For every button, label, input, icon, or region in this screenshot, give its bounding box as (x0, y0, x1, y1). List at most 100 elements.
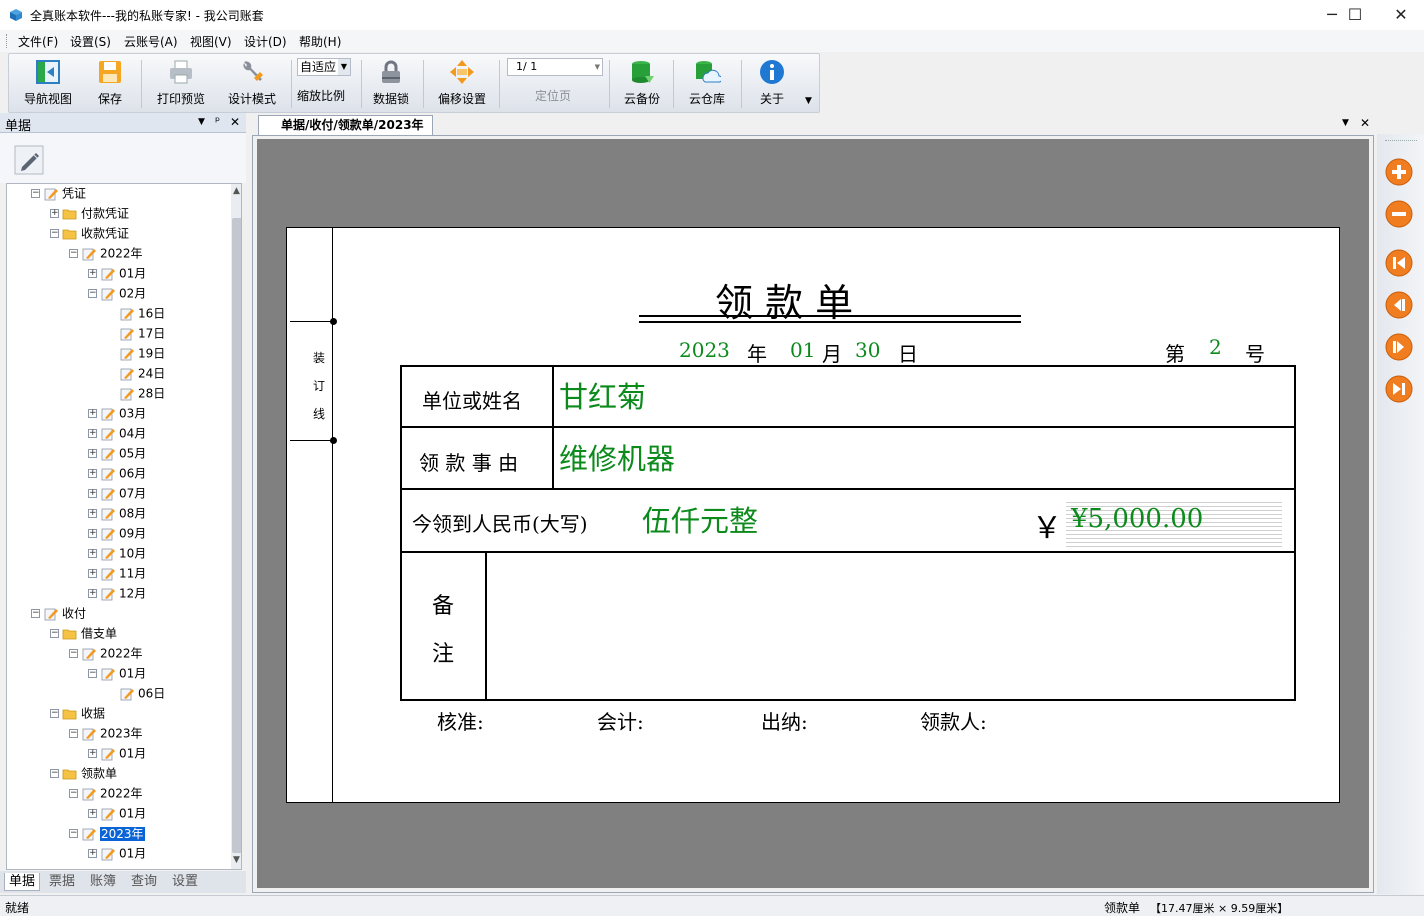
collapse-icon[interactable]: − (50, 769, 59, 778)
close-window-button[interactable]: ✕ (1378, 0, 1424, 30)
collapse-icon[interactable]: − (88, 669, 97, 678)
expand-icon[interactable]: + (88, 269, 97, 278)
expand-icon[interactable]: + (50, 209, 59, 218)
tree-node[interactable]: +03月 (88, 403, 146, 423)
expand-icon[interactable]: + (88, 549, 97, 558)
tab-query[interactable]: 查询 (127, 873, 161, 891)
tab-ledgers[interactable]: 账簿 (86, 873, 120, 891)
tree-node[interactable]: 19日 (107, 343, 165, 363)
tree-node[interactable]: +04月 (88, 423, 146, 443)
menu-help[interactable]: 帮助(H) (299, 33, 341, 50)
tab-menu-icon[interactable]: ▼ (1342, 118, 1349, 128)
tree-node[interactable]: − 02月 (88, 283, 146, 303)
tab-settings[interactable]: 设置 (168, 873, 202, 891)
expand-icon[interactable]: + (88, 429, 97, 438)
tree-node[interactable]: +08月 (88, 503, 146, 523)
tree-node[interactable]: − 收款凭证 (50, 223, 129, 243)
data-lock-button[interactable]: 数据锁 (367, 58, 415, 110)
expand-icon[interactable]: + (88, 489, 97, 498)
tree-node[interactable]: − 2022年 (69, 783, 143, 803)
scroll-thumb[interactable] (232, 218, 241, 853)
menu-design[interactable]: 设计(D) (244, 33, 287, 50)
save-button[interactable]: 保存 (85, 58, 135, 110)
expand-icon[interactable]: + (88, 509, 97, 518)
page-select[interactable]: 1/ 1 ▼ (507, 58, 603, 76)
toolbar-overflow-icon[interactable]: ▼ (805, 96, 812, 106)
expand-icon[interactable]: + (88, 449, 97, 458)
print-preview-button[interactable]: 打印预览 (149, 58, 213, 110)
next-page-icon[interactable] (1384, 332, 1414, 362)
tree-node[interactable]: +01月 (88, 263, 146, 283)
expand-icon[interactable]: + (88, 849, 97, 858)
tree-node[interactable]: + 付款凭证 (50, 203, 129, 223)
tree-node[interactable]: 28日 (107, 383, 165, 403)
collapse-icon[interactable]: − (50, 709, 59, 718)
scroll-up-icon[interactable]: ▲ (233, 186, 240, 196)
tree-node[interactable]: − 2023年 (69, 723, 143, 743)
zoom-in-icon[interactable] (1384, 157, 1414, 187)
expand-icon[interactable]: + (88, 589, 97, 598)
tree-node[interactable]: +07月 (88, 483, 146, 503)
expand-icon[interactable]: + (88, 569, 97, 578)
nav-view-button[interactable]: 导航视图 (17, 58, 79, 110)
tree-node[interactable]: − 凭证 (31, 184, 86, 203)
menu-view[interactable]: 视图(V) (190, 33, 232, 50)
tree-node[interactable]: +09月 (88, 523, 146, 543)
collapse-icon[interactable]: − (88, 289, 97, 298)
collapse-icon[interactable]: − (69, 789, 78, 798)
tree-node[interactable]: − 2022年 (69, 643, 143, 663)
tree-node[interactable]: − 01月 (88, 663, 146, 683)
cloud-backup-button[interactable]: 云备份 (615, 58, 669, 110)
tab-documents[interactable]: 单据 (4, 873, 41, 891)
collapse-icon[interactable]: − (69, 729, 78, 738)
tree-node[interactable]: 24日 (107, 363, 165, 383)
menu-settings[interactable]: 设置(S) (70, 33, 111, 50)
collapse-icon[interactable]: − (50, 629, 59, 638)
panel-dropdown-icon[interactable]: ▼ (198, 117, 205, 127)
tree-scrollbar[interactable]: ▲ ▼ (231, 184, 241, 869)
tree-node[interactable]: − 收付 (31, 603, 86, 623)
tree-node[interactable]: +11月 (88, 563, 146, 583)
collapse-icon[interactable]: − (69, 249, 78, 258)
tree-node[interactable]: − 2023年 (69, 823, 145, 843)
menu-cloud-account[interactable]: 云账号(A) (124, 33, 178, 50)
tab-close-icon[interactable]: ✕ (1360, 116, 1370, 130)
tree-node[interactable]: +12月 (88, 583, 146, 603)
pin-icon[interactable]: ᵖ (215, 114, 220, 128)
design-mode-button[interactable]: 设计模式 (219, 58, 285, 110)
expand-icon[interactable]: + (88, 529, 97, 538)
about-button[interactable]: 关于 (749, 58, 795, 110)
tree-node[interactable]: 16日 (107, 303, 165, 323)
offset-settings-button[interactable]: 偏移设置 (431, 58, 493, 110)
expand-icon[interactable]: + (88, 469, 97, 478)
maximize-button[interactable]: ☐ (1332, 0, 1378, 30)
first-page-icon[interactable] (1384, 248, 1414, 278)
collapse-icon[interactable]: − (31, 189, 40, 198)
tree-node[interactable]: +06月 (88, 463, 146, 483)
zoom-select[interactable]: 自适应 ▼ (297, 58, 351, 76)
document-tab[interactable]: 单据/收付/领款单/2023年 (258, 115, 433, 135)
tree-node[interactable]: +01月 (88, 803, 146, 823)
collapse-icon[interactable]: − (69, 649, 78, 658)
tree-node[interactable]: +05月 (88, 443, 146, 463)
scroll-down-icon[interactable]: ▼ (233, 855, 240, 865)
expand-icon[interactable]: + (88, 409, 97, 418)
expand-icon[interactable]: + (88, 809, 97, 818)
tree-node[interactable]: − 收据 (50, 703, 105, 723)
tree-node[interactable]: − 借支单 (50, 623, 117, 643)
expand-icon[interactable]: + (88, 749, 97, 758)
panel-close-icon[interactable]: ✕ (230, 115, 240, 129)
tree-node[interactable]: 17日 (107, 323, 165, 343)
collapse-icon[interactable]: − (69, 829, 78, 838)
cloud-repo-button[interactable]: 云仓库 (679, 58, 735, 110)
tree-node[interactable]: +10月 (88, 543, 146, 563)
tree-node[interactable]: 06日 (107, 683, 165, 703)
zoom-out-icon[interactable] (1384, 199, 1414, 229)
previous-page-icon[interactable] (1384, 290, 1414, 320)
collapse-icon[interactable]: − (31, 609, 40, 618)
tree-node[interactable]: − 2022年 (69, 243, 143, 263)
last-page-icon[interactable] (1384, 374, 1414, 404)
tab-bills[interactable]: 票据 (45, 873, 79, 891)
edit-pen-icon[interactable] (14, 145, 44, 175)
tree-node[interactable]: +01月 (88, 743, 146, 763)
